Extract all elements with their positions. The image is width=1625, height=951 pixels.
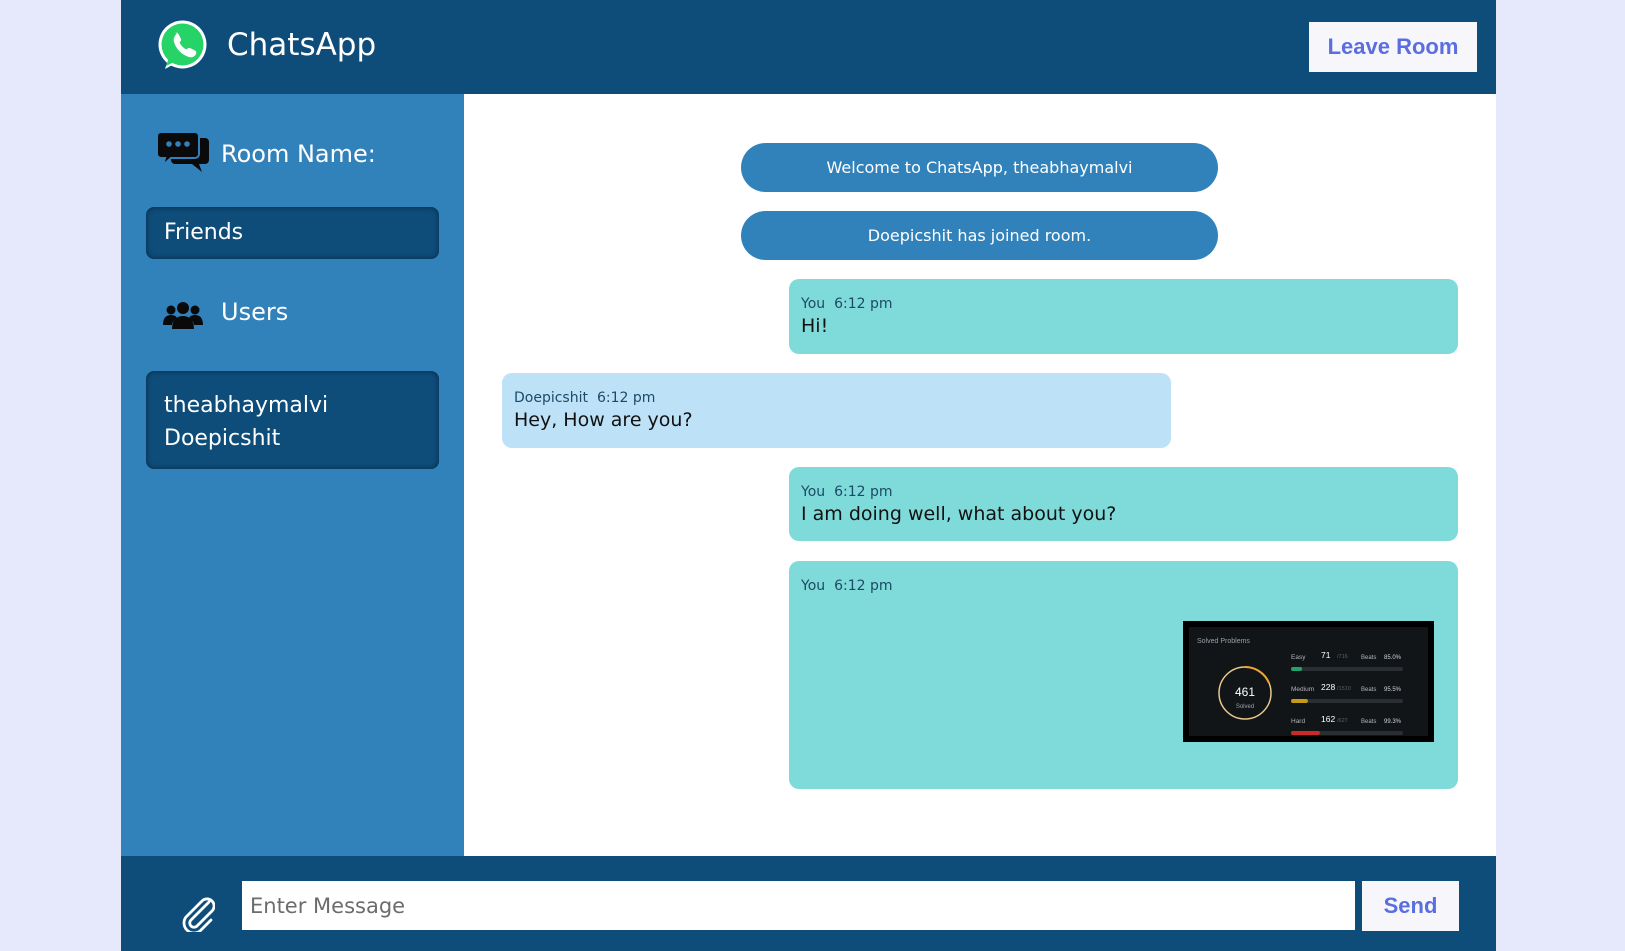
- message-bubble-image: You 6:12 pm Solved Problems 461 Solved Ea…: [789, 561, 1458, 789]
- difficulty-label: Hard: [1291, 718, 1305, 725]
- message-sender: You: [801, 578, 826, 594]
- header-bar: ChatsApp Leave Room: [121, 0, 1496, 94]
- message-sender: You: [801, 484, 826, 500]
- message-text: I am doing well, what about you?: [801, 503, 1117, 525]
- message-meta: You 6:12 pm: [801, 578, 1446, 594]
- system-notice: Doepicshit has joined room.: [741, 211, 1218, 260]
- difficulty-label: Medium: [1291, 686, 1314, 693]
- difficulty-track: [1291, 667, 1403, 671]
- users-list: theabhaymalvi Doepicshit: [146, 371, 439, 469]
- difficulty-progress-bar: [1291, 731, 1320, 735]
- difficulty-count: 71: [1321, 650, 1331, 660]
- app-title: ChatsApp: [227, 27, 377, 63]
- users-group-icon: [163, 301, 203, 334]
- message-time: 6:12 pm: [834, 296, 893, 312]
- user-item: Doepicshit: [164, 426, 281, 451]
- message-bubble: You 6:12 pm Hi!: [789, 279, 1458, 354]
- chat-bubbles-icon: [156, 131, 209, 177]
- difficulty-total: /716: [1337, 654, 1348, 660]
- message-sender: Doepicshit: [514, 390, 588, 406]
- beats-label: Beats: [1361, 687, 1376, 693]
- difficulty-count: 162: [1321, 714, 1335, 724]
- room-name-value: Friends: [146, 207, 439, 259]
- message-time: 6:12 pm: [596, 390, 656, 406]
- whatsapp-logo-icon: [156, 19, 209, 72]
- chat-messages-area[interactable]: Welcome to ChatsApp, theabhaymalvi Doepi…: [464, 94, 1496, 856]
- user-item: theabhaymalvi: [164, 393, 329, 418]
- message-meta: You 6:12 pm: [801, 296, 1446, 312]
- chat-app: ChatsApp Leave Room Room Name: Friends U…: [121, 0, 1496, 951]
- beats-label: Beats: [1361, 655, 1376, 661]
- solved-label: Solved: [1236, 704, 1254, 710]
- difficulty-label: Easy: [1291, 654, 1306, 661]
- message-sender: You: [801, 296, 826, 312]
- difficulty-progress-bar: [1291, 667, 1303, 671]
- users-heading: Users: [221, 298, 289, 326]
- message-text: Hi!: [801, 315, 829, 337]
- message-meta: You 6:12 pm: [801, 484, 1446, 500]
- difficulty-count: 228: [1321, 682, 1335, 692]
- message-time: 6:12 pm: [834, 578, 893, 594]
- sidebar: Room Name: Friends Users theabhaymalvi D…: [121, 94, 464, 856]
- message-input[interactable]: [242, 881, 1355, 930]
- leave-room-button[interactable]: Leave Room: [1309, 22, 1477, 72]
- attachment-title: Solved Problems: [1197, 638, 1250, 645]
- message-text: Hey, How are you?: [514, 409, 693, 431]
- system-notice: Welcome to ChatsApp, theabhaymalvi: [741, 143, 1218, 192]
- attached-image[interactable]: Solved Problems 461 Solved Easy 71/716 Bea…: [1183, 621, 1434, 742]
- difficulty-total: /627: [1337, 718, 1348, 724]
- send-button[interactable]: Send: [1362, 881, 1459, 931]
- message-bubble: You 6:12 pm I am doing well, what about y…: [789, 467, 1458, 541]
- paperclip-icon[interactable]: [181, 896, 216, 937]
- beats-value: 95.5%: [1384, 687, 1402, 693]
- room-name-heading: Room Name:: [221, 140, 376, 168]
- beats-value: 85.0%: [1384, 655, 1402, 661]
- message-composer: Send: [121, 856, 1496, 951]
- solved-count: 461: [1235, 685, 1255, 699]
- message-meta: Doepicshit 6:12 pm: [514, 390, 1159, 406]
- beats-value: 99.3%: [1384, 719, 1402, 725]
- difficulty-total: /1510: [1337, 686, 1351, 692]
- difficulty-progress-bar: [1291, 699, 1308, 703]
- beats-label: Beats: [1361, 719, 1376, 725]
- message-bubble: Doepicshit 6:12 pm Hey, How are you?: [502, 373, 1171, 448]
- message-time: 6:12 pm: [834, 484, 893, 500]
